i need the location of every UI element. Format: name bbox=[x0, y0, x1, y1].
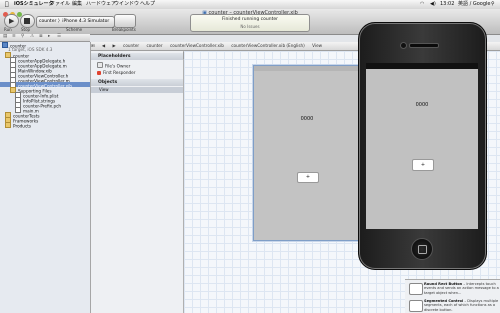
jumpbar-view[interactable]: View bbox=[312, 43, 322, 48]
view-item-label: View bbox=[99, 87, 109, 92]
library-item-segmented-control[interactable]: Segmented Control – Displays multiple se… bbox=[407, 298, 499, 313]
forward-icon[interactable]: ▶ bbox=[112, 43, 115, 48]
search-navigator-icon[interactable]: ⚲ bbox=[21, 34, 24, 39]
object-library: Round Rect Button – Intercepts touch eve… bbox=[405, 279, 500, 313]
jumpbar-project[interactable]: counter bbox=[123, 43, 139, 48]
ib-count-label[interactable]: 0000 bbox=[254, 116, 360, 122]
jumpbar-file[interactable]: counterViewController.xib bbox=[170, 43, 224, 48]
menu-app-name[interactable]: iOSシミュレータ bbox=[14, 0, 53, 9]
simulator-plus-button[interactable]: + bbox=[412, 159, 434, 171]
activity-viewer: Finished running counter No Issues bbox=[190, 14, 310, 32]
menu-window[interactable]: ウインドウ bbox=[114, 0, 139, 9]
earpiece-speaker bbox=[409, 43, 439, 48]
related-files-icon[interactable]: ⊞ bbox=[91, 43, 95, 48]
cube-icon bbox=[97, 62, 103, 68]
navigator-selector-bar: ▤ ≡ ⚲ ⚠ ≣ ▸ ☰ bbox=[0, 34, 90, 42]
simulator-screen: 0000 + bbox=[366, 63, 478, 229]
scheme-label: Scheme bbox=[66, 27, 83, 32]
front-camera-icon bbox=[400, 42, 407, 49]
debug-navigator-icon[interactable]: ≣ bbox=[39, 34, 43, 39]
menu-hardware[interactable]: ハードウェア bbox=[86, 0, 116, 9]
ib-status-bar bbox=[254, 66, 360, 71]
clock[interactable]: 13:02 bbox=[440, 0, 454, 9]
activity-issues: No Issues bbox=[240, 24, 260, 29]
apple-menu-icon[interactable]:  bbox=[5, 0, 9, 9]
simulator-count-label: 0000 bbox=[415, 102, 429, 108]
segmented-control-icon bbox=[409, 300, 423, 312]
folder-icon bbox=[5, 122, 11, 128]
back-icon[interactable]: ◀ bbox=[102, 43, 105, 48]
run-label: Run bbox=[4, 27, 12, 32]
nav-item-group[interactable]: Products bbox=[0, 122, 90, 129]
ib-plus-button[interactable]: + bbox=[297, 172, 319, 183]
breakpoints-button[interactable] bbox=[114, 14, 136, 28]
first-responder-label: First Responder bbox=[103, 70, 136, 75]
responder-cube-icon bbox=[97, 70, 101, 75]
menu-help[interactable]: ヘルプ bbox=[140, 0, 155, 9]
menu-file[interactable]: ファイル bbox=[50, 0, 70, 9]
symbol-navigator-icon[interactable]: ≡ bbox=[12, 34, 16, 39]
round-rect-button-icon bbox=[409, 283, 423, 295]
home-square-icon bbox=[418, 245, 427, 254]
files-owner-label: File's Owner bbox=[105, 63, 131, 69]
breakpoints-label: Breakpoints bbox=[112, 27, 136, 32]
files-owner-item[interactable]: File's Owner bbox=[97, 62, 179, 69]
nav-label: Products bbox=[13, 123, 32, 129]
play-icon: ▶ bbox=[9, 17, 15, 25]
ib-view[interactable]: 0000 + bbox=[253, 65, 361, 241]
simulator-app-view[interactable]: 0000 + bbox=[366, 69, 478, 229]
input-source[interactable]: 英語 / Google bbox=[458, 0, 491, 9]
volume-icon[interactable]: ◀) bbox=[430, 0, 436, 9]
jumpbar-group[interactable]: counter bbox=[146, 43, 162, 48]
issue-navigator-icon[interactable]: ⚠ bbox=[30, 34, 34, 39]
document-outline: Placeholders File's Owner First Responde… bbox=[91, 51, 184, 313]
jumpbar-localization[interactable]: counterViewController.xib (English) bbox=[231, 43, 305, 48]
log-navigator-icon[interactable]: ☰ bbox=[57, 34, 61, 39]
spotlight-icon[interactable]: ⚲ bbox=[491, 0, 495, 9]
objects-header[interactable]: Objects bbox=[91, 79, 183, 86]
wifi-icon[interactable]: ◠ bbox=[420, 0, 424, 9]
library-item-round-rect-button[interactable]: Round Rect Button – Intercepts touch eve… bbox=[407, 281, 499, 297]
stop-button[interactable] bbox=[20, 14, 35, 28]
iphone-simulator: 0000 + bbox=[358, 22, 487, 270]
home-button[interactable] bbox=[411, 238, 433, 260]
project-navigator-icon[interactable]: ▤ bbox=[3, 34, 7, 39]
first-responder-item[interactable]: First Responder bbox=[97, 69, 179, 76]
activity-status: Finished running counter bbox=[222, 17, 278, 22]
stop-label: Stop bbox=[21, 27, 31, 32]
breakpoint-navigator-icon[interactable]: ▸ bbox=[48, 34, 50, 39]
menu-edit[interactable]: 編集 bbox=[72, 0, 82, 9]
placeholders-header[interactable]: Placeholders bbox=[91, 53, 183, 60]
view-item[interactable]: View bbox=[91, 87, 183, 93]
run-button[interactable]: ▶ bbox=[4, 14, 19, 28]
stop-icon bbox=[24, 18, 30, 24]
navigator-tree: counter 1 target, iOS SDK 4.3 counter co… bbox=[0, 42, 90, 182]
